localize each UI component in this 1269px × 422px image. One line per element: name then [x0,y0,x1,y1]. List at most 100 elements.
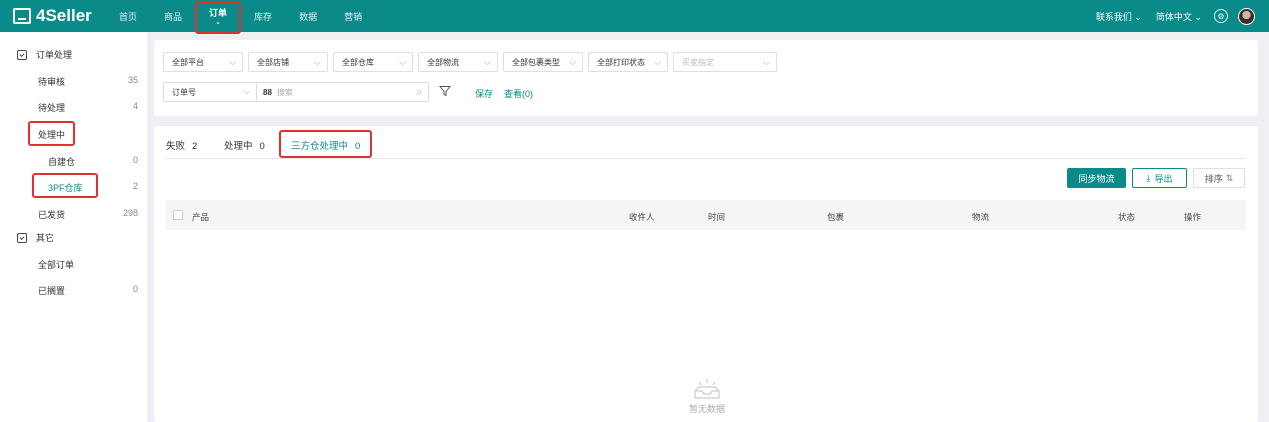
top-navbar: 4Seller 首页 商品 订单 ⌄ 库存 数据 营销 联系我们 ⌄ 简体中文 ⌄… [0,0,1269,32]
export-button[interactable]: ⤓ 导出 [1132,168,1187,188]
top-right-area: 联系我们 ⌄ 简体中文 ⌄ ⚙ [1082,0,1255,32]
sidebar-item-count: 0 [132,155,138,165]
user-avatar[interactable] [1238,7,1255,25]
select-value: 订单号 [172,87,196,97]
column-status: 状态 [1118,212,1136,222]
select-value: 全部店铺 [257,57,289,67]
chevron-down-icon: ⌄ [1194,11,1202,22]
clipboard-check-icon [17,232,27,243]
column-product: 产品 [192,212,210,222]
sidebar-item-count: 4 [132,101,138,111]
export-label: 导出 [1154,173,1173,184]
select-value: 全部仓库 [342,57,374,67]
sort-label: 排序 [1204,173,1223,184]
column-package: 包裹 [827,212,845,222]
sidebar-item-pending-review[interactable]: 待审核 35 [38,75,138,88]
highlight-box-3pf-warehouse [32,173,98,198]
chevron-down-icon: ⌵ [229,56,236,67]
clipboard-check-icon [17,49,27,60]
sidebar-item-count: 298 [122,208,138,218]
sort-icon: ⇅ [1225,172,1234,183]
empty-state: 暂无数据 [682,378,732,415]
column-recipient: 收件人 [629,212,655,222]
platform-select[interactable]: 全部平台 ⌵ [163,52,243,72]
nav-home[interactable]: 首页 [119,10,137,23]
chevron-down-icon: ⌵ [569,56,576,67]
export-icon: ⤓ [1146,172,1151,183]
chevron-down-icon: ⌵ [243,87,250,96]
tab-count: 0 [259,141,265,152]
orders-panel: 失败 2 处理中 0 三方仓处理中 0 同步物流 ⤓ 导出 排序 ⇅ 产品 收件人 时间 … [154,126,1258,422]
batch-search-icon[interactable]: 88 [263,88,272,97]
sidebar-group-order-processing[interactable]: 订单处理 [17,48,72,61]
sidebar-item-label: 已搁置 [38,286,66,296]
select-all-checkbox[interactable] [173,210,183,220]
nav-data[interactable]: 数据 [299,10,317,23]
column-logistics: 物流 [972,212,990,222]
package-type-select[interactable]: 全部包裹类型 ⌵ [503,52,583,72]
language-menu[interactable]: 简体中文 ⌄ [1156,10,1202,23]
table-header: 产品 收件人 时间 包裹 物流 状态 操作 [166,200,1246,230]
sidebar-item-label: 全部订单 [38,260,75,270]
view-saved-link[interactable]: 查看(0) [504,87,533,100]
sidebar-item-label: 待审核 [38,77,66,87]
sidebar-group-other[interactable]: 其它 [17,231,54,244]
sidebar-item-count: 0 [132,284,138,294]
sidebar: 订单处理 待审核 35 待处理 4 处理中 自建仓 0 3PF仓库 2 已发货 … [0,32,147,422]
nav-inventory[interactable]: 库存 [254,10,272,23]
select-value: 全部打印状态 [597,57,645,67]
tab-processing[interactable]: 处理中 0 [224,138,265,152]
nav-marketing[interactable]: 营销 [344,10,362,23]
chevron-down-icon: ⌵ [314,56,321,67]
print-status-select[interactable]: 全部打印状态 ⌵ [588,52,668,72]
empty-inbox-icon [694,379,720,399]
settings-gear-icon[interactable]: ⚙ [1214,9,1228,23]
select-placeholder: 买家指定 [682,57,714,67]
search-icon[interactable]: ⌕ [416,87,422,98]
sidebar-item-label: 待处理 [38,103,66,113]
sidebar-item-count: 35 [127,75,138,85]
filter-funnel-icon[interactable] [439,85,451,97]
search-field-type-select[interactable]: 订单号 ⌵ [163,82,256,102]
chevron-down-icon: ⌵ [654,56,661,67]
search-input[interactable]: 88 搜索 ⌕ [256,82,429,102]
language-label: 简体中文 [1155,11,1192,22]
sidebar-group-label: 其它 [36,233,55,243]
sidebar-item-label: 自建仓 [48,157,76,167]
main-nav: 首页 商品 订单 ⌄ 库存 数据 营销 [119,6,389,26]
select-value: 全部包裹类型 [512,57,560,67]
contact-us-menu[interactable]: 联系我们 ⌄ [1096,10,1142,23]
logistics-select[interactable]: 全部物流 ⌵ [418,52,498,72]
highlight-box-processing [28,121,75,146]
select-value: 全部物流 [427,57,459,67]
tab-count: 2 [192,141,198,152]
sidebar-item-all-orders[interactable]: 全部订单 [38,258,138,271]
save-filter-link[interactable]: 保存 [475,87,493,100]
column-actions: 操作 [1184,212,1202,222]
sidebar-item-on-hold[interactable]: 已搁置 0 [38,284,138,297]
contact-us-label: 联系我们 [1095,11,1132,22]
filter-panel: 全部平台 ⌵ 全部店铺 ⌵ 全部仓库 ⌵ 全部物流 ⌵ 全部包裹类型 ⌵ 全部打印状态 ⌵ … [154,40,1258,116]
sort-button[interactable]: 排序 ⇅ [1193,168,1245,188]
column-time: 时间 [708,212,726,222]
sync-logistics-button[interactable]: 同步物流 [1067,168,1126,188]
brand-logo[interactable]: 4Seller [13,6,105,26]
chevron-down-icon: ⌵ [484,56,491,67]
logo-icon [13,8,31,24]
sidebar-item-shipped[interactable]: 已发货 298 [38,208,138,221]
tab-divider [166,158,1246,159]
highlight-box-nav-orders [195,2,241,34]
search-placeholder: 搜索 [276,87,293,97]
highlight-box-3pl-tab [279,130,372,158]
buyer-designated-select[interactable]: 买家指定 ⌵ [673,52,777,72]
sidebar-item-to-process[interactable]: 待处理 4 [38,101,138,114]
sidebar-item-own-warehouse[interactable]: 自建仓 0 [48,155,138,168]
tab-failed[interactable]: 失败 2 [166,138,197,152]
nav-products[interactable]: 商品 [164,10,182,23]
tab-label: 处理中 [224,141,253,152]
chevron-down-icon: ⌄ [1134,11,1142,22]
sidebar-group-label: 订单处理 [36,50,73,60]
store-select[interactable]: 全部店铺 ⌵ [248,52,328,72]
warehouse-select[interactable]: 全部仓库 ⌵ [333,52,413,72]
chevron-down-icon: ⌵ [399,56,406,67]
